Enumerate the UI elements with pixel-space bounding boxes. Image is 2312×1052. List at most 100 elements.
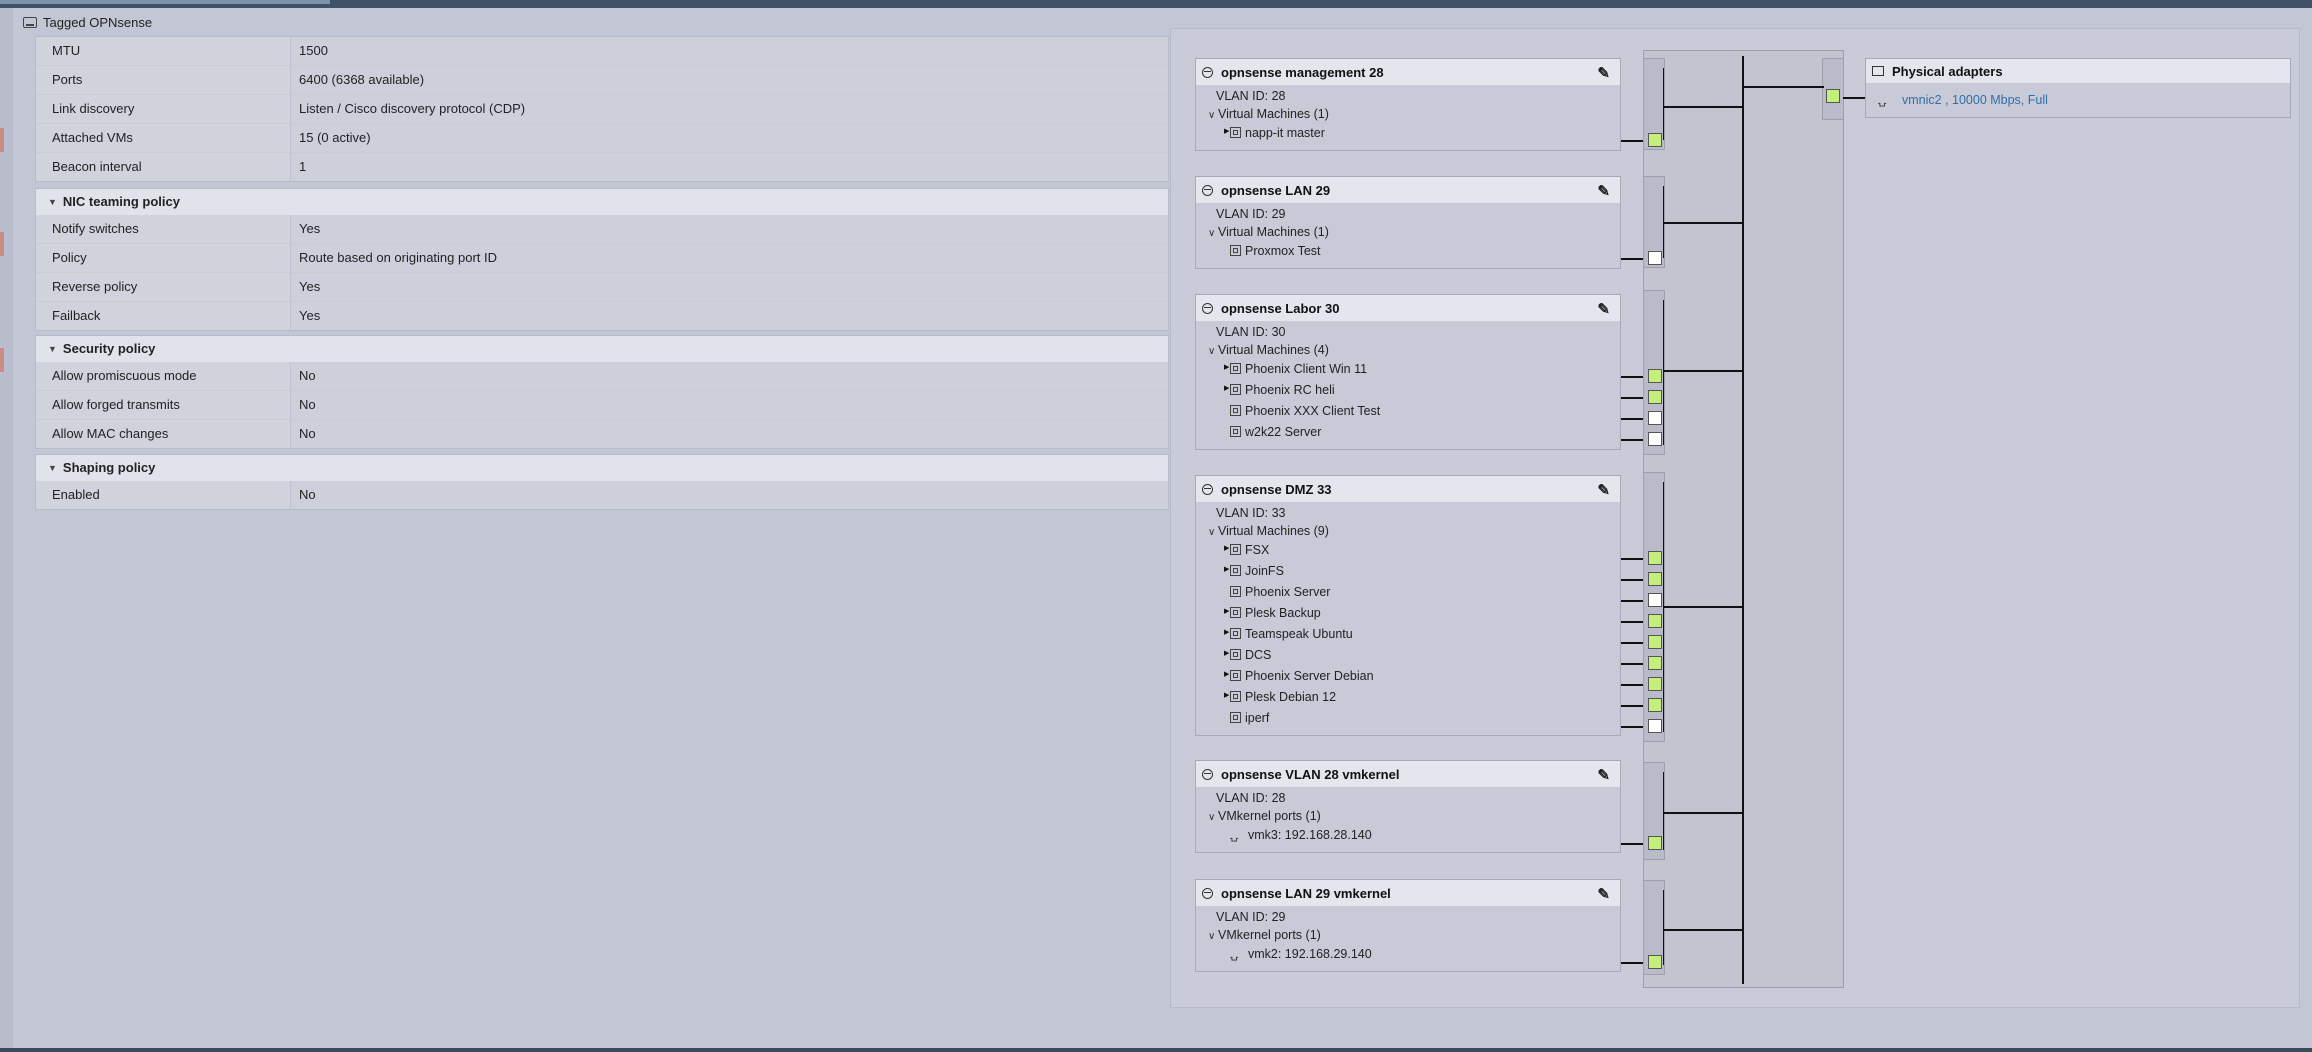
vm-item[interactable]: w2k22 Server <box>1196 422 1620 443</box>
expand-triangle-icon[interactable]: ▶ <box>1224 378 1229 399</box>
vm-port-indicator[interactable] <box>1648 836 1662 850</box>
vm-port-line <box>1621 418 1643 420</box>
member-group-toggle[interactable]: ∨ Virtual Machines (4) <box>1196 341 1620 359</box>
shaping-policy-header[interactable]: ▼ Shaping policy <box>36 455 1168 481</box>
vm-port-indicator[interactable] <box>1648 719 1662 733</box>
member-group-toggle[interactable]: ∨ Virtual Machines (9) <box>1196 522 1620 540</box>
security-policy-title: Security policy <box>62 341 156 356</box>
port-group-card[interactable]: opnsense Labor 30 ✎ VLAN ID: 30 ∨ Virtual Ma… <box>1195 294 1621 450</box>
vm-port-indicator[interactable] <box>1648 635 1662 649</box>
physical-adapters-card[interactable]: Physical adapters ⍽ vmnic2 , 10000 Mbps, F… <box>1865 58 2291 118</box>
vm-item[interactable]: ▶ Phoenix Client Win 11 <box>1196 359 1620 380</box>
port-strip-line <box>1663 68 1664 140</box>
port-group-header: opnsense LAN 29 vmkernel ✎ <box>1196 880 1620 906</box>
vm-name: Plesk Backup <box>1245 606 1321 620</box>
vmkernel-port-item[interactable]: ⍽ vmk2: 192.168.29.140 <box>1196 944 1620 965</box>
port-group-card[interactable]: opnsense LAN 29 vmkernel ✎ VLAN ID: 29 ∨ VMk… <box>1195 879 1621 972</box>
expand-triangle-icon[interactable]: ▶ <box>1224 643 1229 664</box>
port-group-body: VLAN ID: 33 ∨ Virtual Machines (9) ▶ FSX ▶ Joi… <box>1196 502 1620 735</box>
vm-port-line <box>1621 258 1643 260</box>
property-value: No <box>290 391 1168 419</box>
vm-port-indicator[interactable] <box>1648 551 1662 565</box>
edit-icon[interactable]: ✎ <box>1597 766 1610 784</box>
expand-triangle-icon[interactable]: ▶ <box>1224 685 1229 706</box>
vm-icon <box>1230 670 1241 681</box>
property-row: Ports 6400 (6368 available) <box>36 65 1168 94</box>
property-row: Allow forged transmits No <box>36 390 1168 419</box>
security-policy-header[interactable]: ▼ Security policy <box>36 336 1168 362</box>
expand-triangle-icon[interactable]: ▶ <box>1224 601 1229 622</box>
expand-triangle-icon[interactable]: ▶ <box>1224 664 1229 685</box>
property-label: Allow MAC changes <box>36 420 290 448</box>
vm-item[interactable]: ▶ FSX <box>1196 540 1620 561</box>
vm-port-indicator[interactable] <box>1648 411 1662 425</box>
vm-icon <box>1230 544 1241 555</box>
property-row: Enabled No <box>36 481 1168 509</box>
vm-item[interactable]: ▶ napp-it master <box>1196 123 1620 144</box>
port-group-body: VLAN ID: 30 ∨ Virtual Machines (4) ▶ Phoenix… <box>1196 321 1620 449</box>
vm-port-indicator[interactable] <box>1648 390 1662 404</box>
vm-port-line <box>1621 579 1643 581</box>
port-group-card[interactable]: opnsense VLAN 28 vmkernel ✎ VLAN ID: 28 ∨ VM… <box>1195 760 1621 853</box>
vm-icon <box>1230 127 1241 138</box>
port-group-card[interactable]: opnsense management 28 ✎ VLAN ID: 28 ∨ Virtu… <box>1195 58 1621 151</box>
member-group-toggle[interactable]: ∨ Virtual Machines (1) <box>1196 223 1620 241</box>
vm-port-indicator[interactable] <box>1648 369 1662 383</box>
expand-triangle-icon[interactable]: ▶ <box>1224 121 1229 142</box>
switch-icon <box>23 17 37 28</box>
port-group-header: opnsense VLAN 28 vmkernel ✎ <box>1196 761 1620 787</box>
member-group-toggle[interactable]: ∨ Virtual Machines (1) <box>1196 105 1620 123</box>
vm-port-indicator[interactable] <box>1648 698 1662 712</box>
vm-port-indicator[interactable] <box>1648 593 1662 607</box>
vm-port-indicator[interactable] <box>1648 677 1662 691</box>
vm-port-indicator[interactable] <box>1648 955 1662 969</box>
uplink-port-indicator[interactable] <box>1826 89 1840 103</box>
vm-port-indicator[interactable] <box>1648 133 1662 147</box>
edit-icon[interactable]: ✎ <box>1597 300 1610 318</box>
vm-port-indicator[interactable] <box>1648 432 1662 446</box>
vm-item[interactable]: ▶ Teamspeak Ubuntu <box>1196 624 1620 645</box>
port-group-name: opnsense management 28 <box>1221 64 1384 80</box>
vm-item[interactable]: Proxmox Test <box>1196 241 1620 262</box>
expand-triangle-icon[interactable]: ▶ <box>1224 559 1229 580</box>
vm-item[interactable]: Phoenix XXX Client Test <box>1196 401 1620 422</box>
vm-port-indicator[interactable] <box>1648 251 1662 265</box>
vm-icon <box>1230 565 1241 576</box>
port-group-card[interactable]: opnsense LAN 29 ✎ VLAN ID: 29 ∨ Virtual Mach… <box>1195 176 1621 269</box>
expand-triangle-icon[interactable]: ▶ <box>1224 538 1229 559</box>
edit-icon[interactable]: ✎ <box>1597 182 1610 200</box>
port-group-link-line <box>1664 812 1742 814</box>
port-group-body: VLAN ID: 28 ∨ VMkernel ports (1) ⍽ vmk3: 192… <box>1196 787 1620 852</box>
physical-adapter-item[interactable]: ⍽ vmnic2 , 10000 Mbps, Full <box>1866 83 2290 117</box>
vm-item[interactable]: ▶ Plesk Backup <box>1196 603 1620 624</box>
vm-item[interactable]: Phoenix Server <box>1196 582 1620 603</box>
edit-icon[interactable]: ✎ <box>1597 64 1610 82</box>
property-label: Attached VMs <box>36 124 290 152</box>
vm-port-indicator[interactable] <box>1648 572 1662 586</box>
physical-adapter-label[interactable]: vmnic2 , 10000 Mbps, Full <box>1902 93 2048 107</box>
edit-icon[interactable]: ✎ <box>1597 481 1610 499</box>
edit-icon[interactable]: ✎ <box>1597 885 1610 903</box>
vm-item[interactable]: ▶ DCS <box>1196 645 1620 666</box>
port-group-card[interactable]: opnsense DMZ 33 ✎ VLAN ID: 33 ∨ Virtual Mach… <box>1195 475 1621 736</box>
nic-teaming-header[interactable]: ▼ NIC teaming policy <box>36 189 1168 215</box>
expand-triangle-icon[interactable]: ▶ <box>1224 622 1229 643</box>
shaping-policy-title: Shaping policy <box>62 460 156 475</box>
vm-name: FSX <box>1245 543 1270 557</box>
vmkernel-port-item[interactable]: ⍽ vmk3: 192.168.28.140 <box>1196 825 1620 846</box>
vm-port-line <box>1621 705 1643 707</box>
vm-item[interactable]: ▶ Phoenix Server Debian <box>1196 666 1620 687</box>
port-group-icon <box>1202 184 1213 196</box>
vm-name: Teamspeak Ubuntu <box>1245 627 1353 641</box>
vm-port-indicator[interactable] <box>1648 614 1662 628</box>
member-group-toggle[interactable]: ∨ VMkernel ports (1) <box>1196 926 1620 944</box>
port-group-icon <box>1202 66 1213 78</box>
vm-item[interactable]: ▶ Phoenix RC heli <box>1196 380 1620 401</box>
vm-item[interactable]: iperf <box>1196 708 1620 729</box>
expand-triangle-icon[interactable]: ▶ <box>1224 357 1229 378</box>
vm-port-indicator[interactable] <box>1648 656 1662 670</box>
vm-port-line <box>1621 684 1643 686</box>
vm-item[interactable]: ▶ Plesk Debian 12 <box>1196 687 1620 708</box>
vm-item[interactable]: ▶ JoinFS <box>1196 561 1620 582</box>
member-group-toggle[interactable]: ∨ VMkernel ports (1) <box>1196 807 1620 825</box>
